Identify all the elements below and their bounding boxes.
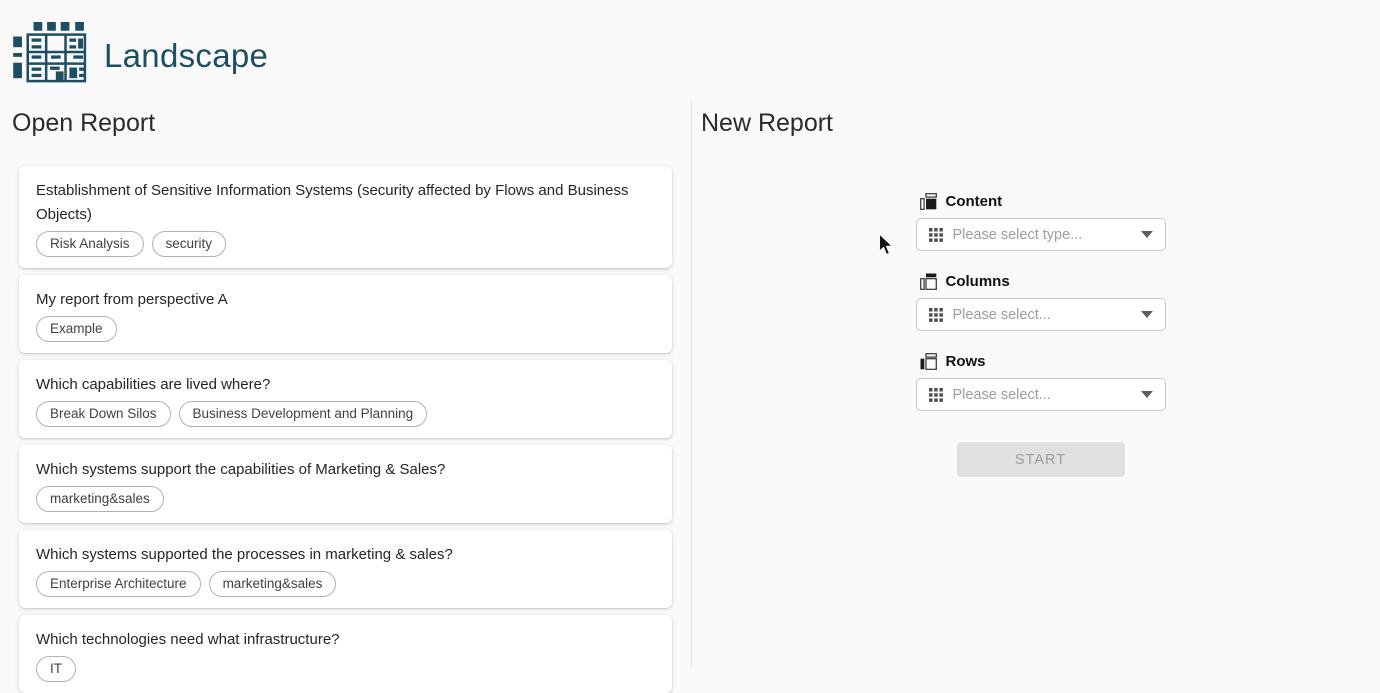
report-title: My report from perspective A (36, 288, 656, 312)
chevron-down-icon (1141, 231, 1153, 238)
report-title: Which systems supported the processes in… (36, 543, 656, 567)
report-tag-chip: security (152, 231, 227, 257)
report-card[interactable]: Which systems support the capabilities o… (19, 445, 672, 523)
report-card[interactable]: Which systems supported the processes in… (19, 530, 672, 608)
content-label-text: Content (946, 193, 1003, 210)
rows-select[interactable]: Please select... (916, 378, 1166, 411)
report-tags: Break Down Silos Business Development and… (36, 401, 656, 427)
report-tags: IT (36, 656, 656, 682)
columns-select-placeholder: Please select... (953, 307, 1131, 323)
report-tags: Risk Analysis security (36, 231, 656, 257)
report-title: Which systems support the capabilities o… (36, 458, 656, 482)
apps-grid-icon (929, 388, 943, 402)
columns-label-text: Columns (946, 273, 1010, 290)
report-tag-chip: Business Development and Planning (179, 401, 428, 427)
new-report-panel: New Report Content (692, 95, 1380, 679)
apps-grid-icon (929, 228, 943, 242)
landscape-logo-icon (12, 22, 90, 89)
report-tag-chip: Break Down Silos (36, 401, 171, 427)
report-card[interactable]: My report from perspective A Example (19, 275, 672, 353)
report-tags: Enterprise Architecture marketing&sales (36, 571, 656, 597)
report-tag-chip: Example (36, 316, 117, 342)
open-report-panel: Open Report Establishment of Sensitive I… (0, 95, 691, 679)
columns-section-label: Columns (920, 273, 1166, 290)
report-tag-chip: Risk Analysis (36, 231, 144, 257)
content-select[interactable]: Please select type... (916, 218, 1166, 251)
report-card[interactable]: Which capabilities are lived where? Brea… (19, 360, 672, 438)
new-report-form: Content Please select type... (916, 193, 1166, 477)
rows-select-placeholder: Please select... (953, 387, 1131, 403)
columns-matrix-icon (920, 273, 937, 290)
report-list: Establishment of Sensitive Information S… (19, 166, 672, 693)
chevron-down-icon (1141, 311, 1153, 318)
report-title: Establishment of Sensitive Information S… (36, 179, 656, 227)
report-tags: marketing&sales (36, 486, 656, 512)
columns-select[interactable]: Please select... (916, 298, 1166, 331)
chevron-down-icon (1141, 391, 1153, 398)
app-title: Landscape (104, 37, 268, 75)
report-title: Which capabilities are lived where? (36, 373, 656, 397)
open-report-heading: Open Report (12, 109, 691, 138)
report-card[interactable]: Which technologies need what infrastruct… (19, 615, 672, 693)
start-button[interactable]: START (957, 442, 1125, 477)
report-card[interactable]: Establishment of Sensitive Information S… (19, 166, 672, 268)
report-title: Which technologies need what infrastruct… (36, 628, 656, 652)
report-tag-chip: IT (36, 656, 76, 682)
rows-label-text: Rows (946, 353, 986, 370)
content-select-placeholder: Please select type... (953, 227, 1131, 243)
report-tags: Example (36, 316, 656, 342)
app-header: Landscape (0, 0, 1380, 95)
rows-matrix-icon (920, 353, 937, 370)
content-section-label: Content (920, 193, 1166, 210)
report-tag-chip: marketing&sales (209, 571, 337, 597)
content-matrix-icon (920, 193, 937, 210)
report-tag-chip: Enterprise Architecture (36, 571, 201, 597)
new-report-heading: New Report (701, 109, 1380, 138)
apps-grid-icon (929, 308, 943, 322)
report-tag-chip: marketing&sales (36, 486, 164, 512)
rows-section-label: Rows (920, 353, 1166, 370)
